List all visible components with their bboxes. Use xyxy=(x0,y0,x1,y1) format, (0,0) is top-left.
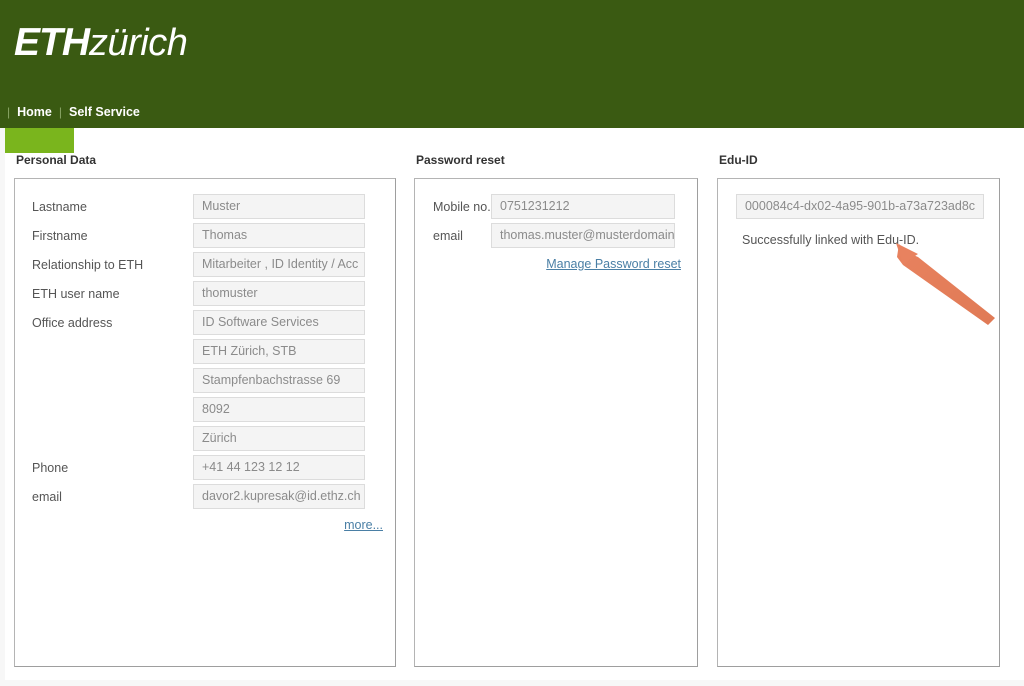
field-value-edu-id[interactable]: 000084c4-dx02-4a95-901b-a73a723ad8c xyxy=(736,194,984,219)
eth-zurich-logo: ETHzürich xyxy=(14,21,188,65)
field-label-email: email xyxy=(32,489,62,504)
field-value-city[interactable]: Zürich xyxy=(193,426,365,451)
more-link[interactable]: more... xyxy=(344,518,383,532)
field-value-username[interactable]: thomuster xyxy=(193,281,365,306)
field-value-office-address-2[interactable]: ETH Zürich, STB xyxy=(193,339,365,364)
field-row-phone: Phone +41 44 123 12 12 xyxy=(15,455,395,480)
personal-data-panel: Lastname Muster Firstname Thomas Relatio… xyxy=(14,178,396,667)
field-label-office-address: Office address xyxy=(32,315,113,330)
nav-item-home[interactable]: Home xyxy=(17,105,52,119)
field-value-office-street[interactable]: Stampfenbachstrasse 69 xyxy=(193,368,365,393)
field-row-reset-email: email thomas.muster@musterdomain xyxy=(415,223,697,248)
personal-data-link-row: more... xyxy=(15,516,395,534)
field-row-postal-code: 8092 xyxy=(15,397,395,422)
personal-data-title: Personal Data xyxy=(16,153,97,167)
field-value-reset-email[interactable]: thomas.muster@musterdomain xyxy=(491,223,675,248)
field-label-lastname: Lastname xyxy=(32,199,87,214)
main-navigation: | Home | Self Service xyxy=(0,99,140,125)
field-row-city: Zürich xyxy=(15,426,395,451)
bottom-page-margin xyxy=(0,680,1024,686)
edu-id-fields: 000084c4-dx02-4a95-901b-a73a723ad8c Succ… xyxy=(718,179,999,247)
field-row-email: email davor2.kupresak@id.ethz.ch xyxy=(15,484,395,509)
field-value-firstname[interactable]: Thomas xyxy=(193,223,365,248)
password-reset-title: Password reset xyxy=(416,153,505,167)
field-label-username: ETH user name xyxy=(32,286,120,301)
field-value-postal-code[interactable]: 8092 xyxy=(193,397,365,422)
field-label-reset-email: email xyxy=(433,228,463,243)
logo-eth-text: ETH xyxy=(14,21,90,64)
password-reset-link-row: Manage Password reset xyxy=(415,255,697,273)
active-tab-indicator[interactable] xyxy=(5,128,74,153)
password-reset-panel: Mobile no. 0751231212 email thomas.muste… xyxy=(414,178,698,667)
field-value-phone[interactable]: +41 44 123 12 12 xyxy=(193,455,365,480)
field-row-office-address: Office address ID Software Services xyxy=(15,310,395,335)
left-page-margin xyxy=(0,128,5,686)
nav-item-self-service[interactable]: Self Service xyxy=(69,105,140,119)
field-row-username: ETH user name thomuster xyxy=(15,281,395,306)
edu-id-section: Edu-ID 000084c4-dx02-4a95-901b-a73a723ad… xyxy=(717,153,1000,667)
nav-separator-0: | xyxy=(7,105,11,119)
edu-id-panel: 000084c4-dx02-4a95-901b-a73a723ad8c Succ… xyxy=(717,178,1000,667)
field-label-phone: Phone xyxy=(32,460,69,475)
field-value-lastname[interactable]: Muster xyxy=(193,194,365,219)
field-row-edu-id: 000084c4-dx02-4a95-901b-a73a723ad8c xyxy=(718,194,999,219)
field-row-mobile-no: Mobile no. 0751231212 xyxy=(415,194,697,219)
personal-data-section: Personal Data Lastname Muster Firstname … xyxy=(14,153,396,667)
field-label-mobile-no: Mobile no. xyxy=(433,199,491,214)
field-value-email[interactable]: davor2.kupresak@id.ethz.ch xyxy=(193,484,365,509)
field-value-relationship[interactable]: Mitarbeiter , ID Identity / Acc xyxy=(193,252,365,277)
edu-id-status-message: Successfully linked with Edu-ID. xyxy=(742,233,920,247)
field-row-lastname: Lastname Muster xyxy=(15,194,395,219)
nav-separator-1: | xyxy=(58,105,62,119)
field-value-mobile-no[interactable]: 0751231212 xyxy=(491,194,675,219)
field-row-office-address-3: Stampfenbachstrasse 69 xyxy=(15,368,395,393)
field-row-firstname: Firstname Thomas xyxy=(15,223,395,248)
edu-id-title: Edu-ID xyxy=(719,153,758,167)
field-row-office-address-2: ETH Zürich, STB xyxy=(15,339,395,364)
password-reset-fields: Mobile no. 0751231212 email thomas.muste… xyxy=(415,179,697,273)
password-reset-section: Password reset Mobile no. 0751231212 ema… xyxy=(414,153,698,667)
personal-data-fields: Lastname Muster Firstname Thomas Relatio… xyxy=(15,179,395,534)
field-row-relationship: Relationship to ETH Mitarbeiter , ID Ide… xyxy=(15,252,395,277)
page-header: ETHzürich | Home | Self Service xyxy=(0,0,1024,128)
manage-password-reset-link[interactable]: Manage Password reset xyxy=(546,257,681,271)
field-label-relationship: Relationship to ETH xyxy=(32,257,144,272)
field-value-office-address-1[interactable]: ID Software Services xyxy=(193,310,365,335)
field-label-firstname: Firstname xyxy=(32,228,88,243)
logo-zurich-text: zürich xyxy=(89,22,188,64)
